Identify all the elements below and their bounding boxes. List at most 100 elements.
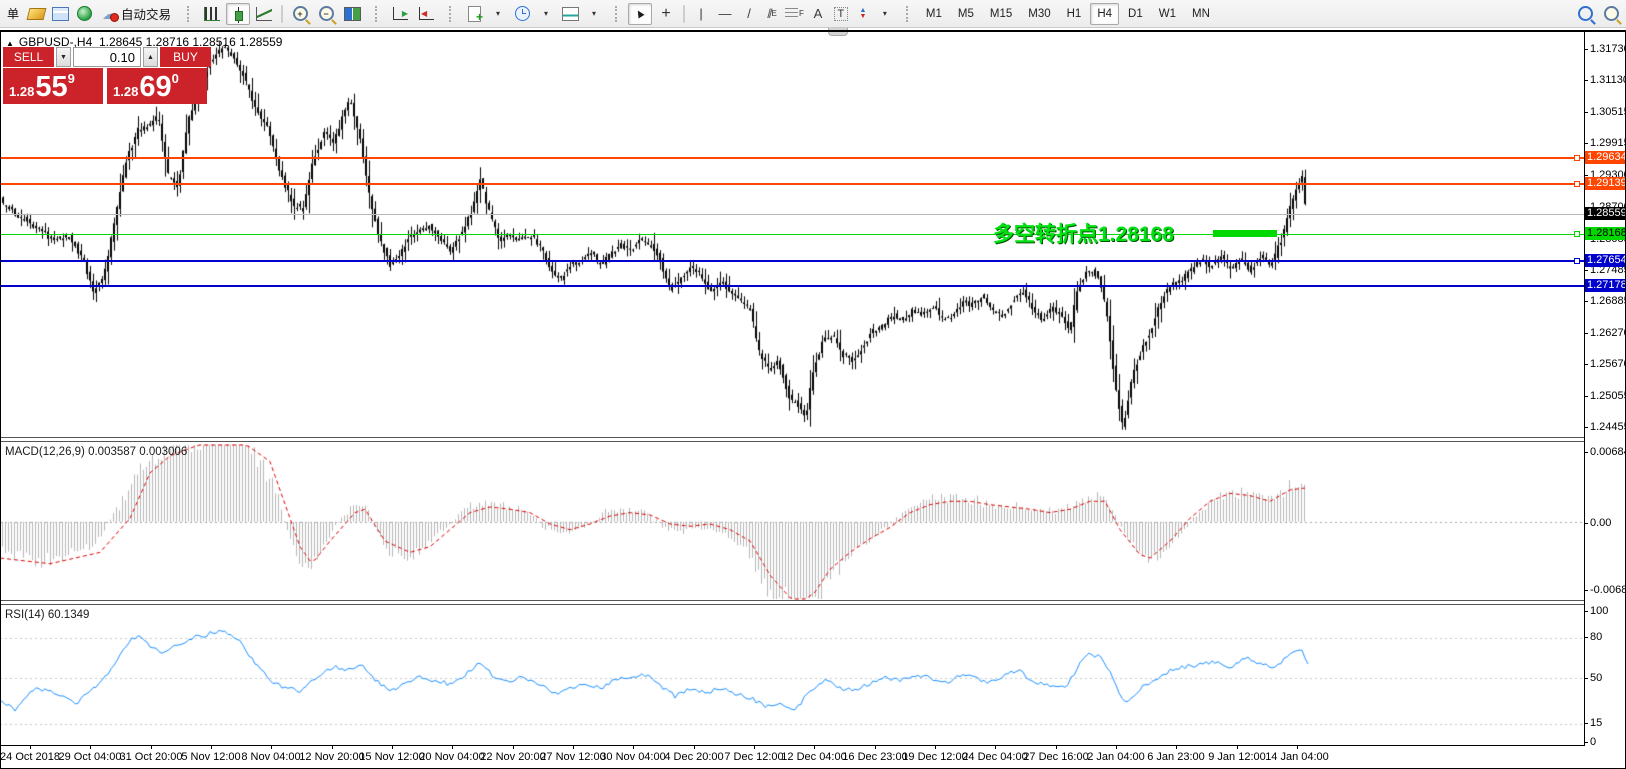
arrows-icon[interactable]: ▲▼ <box>853 3 873 25</box>
price-tick-label: 1.31130 <box>1590 74 1626 86</box>
toolbar-sep-26 <box>683 5 685 23</box>
price-badge-1.28559: 1.28559 <box>1585 207 1626 220</box>
volume-input[interactable] <box>73 47 141 67</box>
toolbar-handle-13 <box>366 3 386 25</box>
price-level-marker[interactable] <box>1574 258 1580 264</box>
indicators-icon[interactable] <box>462 3 486 25</box>
toolbar-handle-36 <box>897 3 917 25</box>
zoom-out-icon[interactable]: − <box>314 3 338 25</box>
periods-dropdown-caret[interactable]: ▾ <box>536 3 556 25</box>
toolbar: 单☁自动交易+−▾▾▾+|—///EFAT▲▼▾M1M5M15M30H1H4D1… <box>0 0 1626 28</box>
templates-icon[interactable] <box>558 3 582 25</box>
price-level-line-1.27654[interactable] <box>0 260 1584 262</box>
price-tick-label: 1.29915 <box>1590 137 1626 149</box>
toolbar-sep-9 <box>281 5 283 23</box>
timeframe-mn-button[interactable]: MN <box>1185 3 1217 25</box>
toolbar-handle-16 <box>440 3 460 25</box>
trendline-icon[interactable]: / <box>738 3 760 25</box>
bar-chart-icon[interactable] <box>200 3 224 25</box>
price-tick-label: 1.24455 <box>1590 421 1626 433</box>
macd-pane-splitter[interactable] <box>0 437 1584 442</box>
tile-windows-icon[interactable] <box>340 3 364 25</box>
rsi-axis-label: 0 <box>1590 736 1596 748</box>
rsi-axis-label: 80 <box>1590 631 1602 643</box>
sell-price-big: 55 <box>35 73 67 102</box>
buy-price-pip: 0 <box>172 71 179 86</box>
sell-button[interactable]: SELL <box>3 47 54 67</box>
chart-shift-icon[interactable] <box>414 3 438 25</box>
timeframe-h1-button[interactable]: H1 <box>1060 3 1089 25</box>
rsi-label: RSI(14) 60.1349 <box>5 609 89 621</box>
signals-icon[interactable] <box>73 3 95 25</box>
sell-price-small: 1.28 <box>9 84 34 99</box>
timeframe-h4-button[interactable]: H4 <box>1090 3 1119 25</box>
timeframe-d1-button[interactable]: D1 <box>1121 3 1150 25</box>
fibonacci-icon[interactable]: F <box>784 3 805 25</box>
cursor-icon[interactable] <box>628 3 652 25</box>
indicators-dropdown-caret[interactable]: ▾ <box>488 3 508 25</box>
timeframe-w1-button[interactable]: W1 <box>1152 3 1183 25</box>
rsi-chart-canvas[interactable] <box>0 607 1584 745</box>
macd-axis-label: 0.00 <box>1590 517 1611 529</box>
rsi-pane-splitter[interactable] <box>0 600 1584 605</box>
price-level-marker[interactable] <box>1574 181 1580 187</box>
turning-point-annotation[interactable]: 多空转折点1.28168 <box>993 218 1174 248</box>
buy-price-small: 1.28 <box>113 84 138 99</box>
chat-icon[interactable] <box>1599 3 1623 25</box>
price-badge-1.29139: 1.29139 <box>1585 177 1626 190</box>
price-badge-1.28168: 1.28168 <box>1585 227 1626 240</box>
autotrading-label: 自动交易 <box>121 4 171 23</box>
timeframe-m15-button[interactable]: M15 <box>983 3 1019 25</box>
price-tick-label: 1.25055 <box>1590 390 1626 402</box>
rsi-axis-label: 100 <box>1590 605 1608 617</box>
line-chart-icon[interactable] <box>252 3 276 25</box>
periods-icon[interactable] <box>510 3 534 25</box>
horizontal-line-icon[interactable]: — <box>714 3 736 25</box>
chart-frame-top <box>0 30 1626 32</box>
time-axis-separator <box>0 745 1585 746</box>
macd-label: MACD(12,26,9) 0.003587 0.003006 <box>5 446 187 458</box>
crosshair-icon[interactable]: + <box>654 3 678 25</box>
toolbar-handle-23 <box>606 3 626 25</box>
equidistant-channel-icon[interactable]: //E <box>762 3 782 25</box>
search-icon[interactable] <box>1573 3 1597 25</box>
new-order-partial-button[interactable]: 单 <box>3 3 23 25</box>
arrows-dropdown-caret[interactable]: ▾ <box>875 3 895 25</box>
macd-chart-canvas[interactable] <box>0 444 1584 600</box>
turning-point-segment[interactable] <box>1213 230 1277 237</box>
templates-dropdown-caret[interactable]: ▾ <box>584 3 604 25</box>
gold-bar-icon[interactable] <box>25 3 47 25</box>
timeframe-m1-button[interactable]: M1 <box>919 3 949 25</box>
sell-price-pip: 9 <box>68 71 75 86</box>
time-label: 14 Jan 04:00 <box>1259 751 1335 763</box>
price-level-marker[interactable] <box>1574 155 1580 161</box>
price-level-line-1.28168[interactable] <box>0 234 1584 235</box>
timeframe-m30-button[interactable]: M30 <box>1021 3 1057 25</box>
price-level-marker[interactable] <box>1574 231 1580 237</box>
price-tick-label: 1.26270 <box>1590 327 1626 339</box>
charts-window-icon[interactable] <box>49 3 71 25</box>
zoom-in-icon[interactable]: + <box>288 3 312 25</box>
sell-price-panel[interactable]: 1.28 55 9 <box>3 68 103 104</box>
rsi-axis-label: 15 <box>1590 717 1602 729</box>
candlestick-chart-icon[interactable] <box>226 3 250 25</box>
timeframe-m5-button[interactable]: M5 <box>951 3 981 25</box>
price-level-line-1.27178[interactable] <box>0 285 1584 287</box>
text-icon[interactable]: A <box>807 3 829 25</box>
volume-decrease-button[interactable]: ▼ <box>56 47 71 67</box>
vertical-line-icon[interactable]: | <box>690 3 712 25</box>
price-badge-1.27178: 1.27178 <box>1585 279 1626 292</box>
auto-scroll-icon[interactable] <box>388 3 412 25</box>
buy-price-panel[interactable]: 1.28 69 0 <box>107 68 207 104</box>
price-badge-1.29634: 1.29634 <box>1585 151 1626 164</box>
text-label-icon[interactable]: T <box>831 3 851 25</box>
price-tick-label: 1.31730 <box>1590 43 1626 55</box>
rsi-axis-label: 50 <box>1590 672 1602 684</box>
price-level-line-1.29634[interactable] <box>0 157 1584 159</box>
toolbar-handle-5 <box>178 3 198 25</box>
autotrading-button[interactable]: ☁自动交易 <box>97 3 176 25</box>
buy-button[interactable]: BUY <box>160 47 211 67</box>
volume-increase-button[interactable]: ▲ <box>143 47 158 67</box>
price-level-line-1.29139[interactable] <box>0 183 1584 185</box>
price-level-line-1.28559[interactable] <box>0 214 1584 215</box>
